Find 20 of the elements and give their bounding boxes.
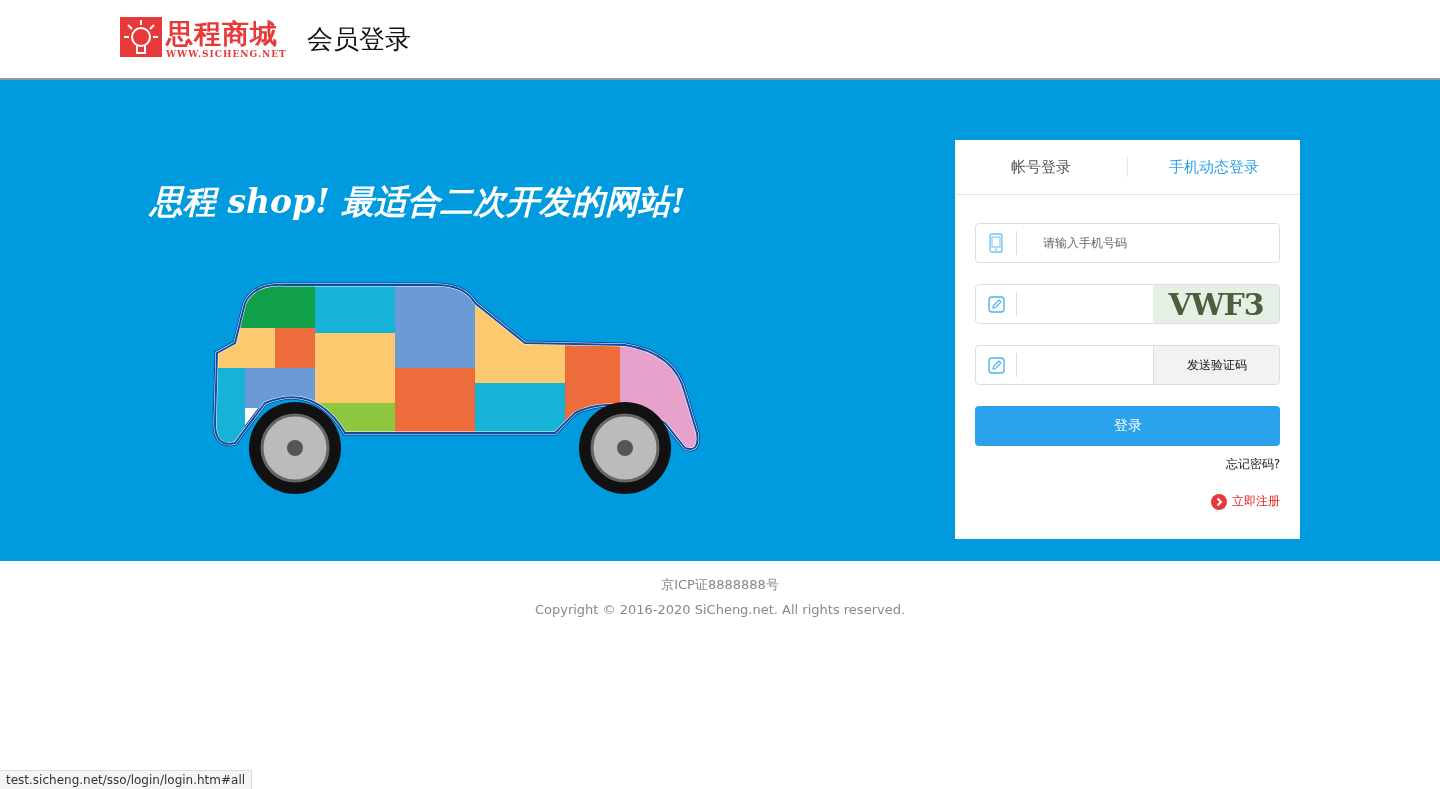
- captcha-field[interactable]: VWF3: [975, 284, 1280, 324]
- captcha-image[interactable]: VWF3: [1153, 285, 1279, 323]
- phone-field[interactable]: 请输入手机号码: [975, 223, 1280, 263]
- register-link[interactable]: 立即注册: [1211, 493, 1280, 510]
- logo-url: WWW.SICHENG.NET: [166, 49, 287, 59]
- edit-icon: [987, 356, 1005, 374]
- logo-name: 思程商城: [166, 19, 279, 49]
- phone-icon: [989, 233, 1003, 253]
- icp-license: 京ICP证8888888号: [661, 576, 779, 594]
- send-code-button[interactable]: 发送验证码: [1153, 346, 1279, 384]
- edit-icon: [987, 295, 1005, 313]
- status-bar-url: test.sicheng.net/sso/login/login.htm#all: [0, 770, 253, 789]
- login-tab[interactable]: 帐号登录: [955, 153, 1127, 181]
- register-label: 立即注册: [1232, 493, 1280, 510]
- chevron-circle-icon: [1211, 493, 1227, 510]
- copyright: Copyright © 2016-2020 SiCheng.net. All rights reserved.: [534, 602, 906, 617]
- sms-code-field[interactable]: 发送验证码: [975, 345, 1280, 385]
- page-title: 会员登录: [306, 22, 411, 56]
- banner-slogan: 思程 shop! 最适合二次开发的网站!: [150, 181, 687, 223]
- forgot-password-link[interactable]: 忘记密码?: [1225, 456, 1280, 473]
